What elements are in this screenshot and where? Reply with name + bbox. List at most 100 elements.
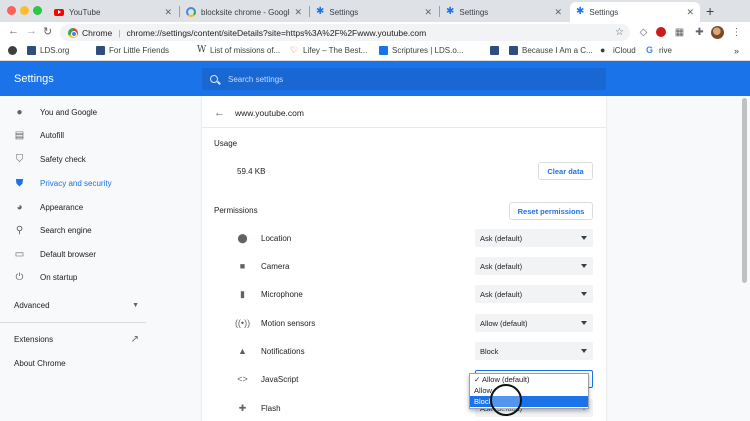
close-window-button[interactable] xyxy=(7,6,16,15)
close-icon[interactable]: ✕ xyxy=(554,7,562,18)
bookmark-settings[interactable] xyxy=(8,46,21,55)
usage-heading: Usage xyxy=(214,139,238,148)
back-arrow-icon[interactable]: ← xyxy=(214,107,225,119)
permission-motion-sensors: ((•)) Motion sensors xyxy=(235,314,315,332)
palette-icon: ◕ xyxy=(16,202,23,213)
external-link-icon: ↗ xyxy=(130,334,139,345)
chrome-icon xyxy=(68,27,78,38)
sidebar-item-on-startup[interactable]: ⏻ On startup xyxy=(14,272,78,283)
bookmark-label: List of missions of... xyxy=(210,46,281,55)
camera-select[interactable]: Ask (default) xyxy=(475,257,593,275)
bookmark-lifey[interactable]: ♡ Lifey – The Best... xyxy=(290,45,368,56)
location-select[interactable]: Ask (default) xyxy=(475,229,593,247)
shield-check-icon: ⛉ xyxy=(15,154,24,165)
address-separator: | xyxy=(118,27,121,38)
permission-microphone: ▮ Microphone xyxy=(237,285,303,303)
sidebar-item-extensions[interactable]: Extensions ↗ xyxy=(14,334,139,345)
star-icon[interactable]: ☆ xyxy=(614,27,625,38)
microphone-select[interactable]: Ask (default) xyxy=(475,285,593,303)
permission-label: Microphone xyxy=(261,289,303,299)
javascript-dropdown-menu: ✓ Allow (default) Allow Block xyxy=(469,373,589,409)
tab-settings-2[interactable]: ✱ Settings ✕ xyxy=(440,2,568,22)
tab-settings-1[interactable]: ✱ Settings ✕ xyxy=(310,2,438,22)
sidebar-item-privacy[interactable]: ⛊ Privacy and security xyxy=(14,178,112,189)
gear-icon xyxy=(8,46,17,55)
bookmarks-overflow-button[interactable]: » xyxy=(734,46,739,56)
settings-search-input[interactable]: Search settings xyxy=(202,68,606,90)
motion-sensors-select[interactable]: Allow (default) xyxy=(475,314,593,332)
close-icon[interactable]: ✕ xyxy=(294,7,302,18)
select-value: Ask (default) xyxy=(480,261,523,271)
notifications-select[interactable]: Block xyxy=(475,342,593,360)
dropdown-option-allow[interactable]: Allow xyxy=(470,385,588,396)
gear-icon: ✱ xyxy=(316,6,325,17)
dropdown-option-block[interactable]: Block xyxy=(470,396,588,407)
sidebar-item-label: About Chrome xyxy=(14,359,66,368)
bookmark-missions[interactable]: W List of missions of... xyxy=(197,46,281,56)
bookmark-label: For Little Friends xyxy=(109,46,170,55)
sidebar-divider xyxy=(0,322,146,323)
reload-icon[interactable]: ↻ xyxy=(43,25,52,38)
sidebar-item-label: On startup xyxy=(40,273,78,282)
forward-arrow-icon[interactable]: → xyxy=(26,25,37,37)
opera-extension-icon[interactable] xyxy=(656,27,666,37)
sidebar-item-default-browser[interactable]: ▭ Default browser xyxy=(14,249,96,260)
tab-label: Settings xyxy=(329,7,359,17)
reset-permissions-button[interactable]: Reset permissions xyxy=(509,202,593,220)
sidebar-advanced-toggle[interactable]: Advanced ▼ xyxy=(14,301,139,310)
sidebar-item-label: Appearance xyxy=(40,203,84,212)
maximize-window-button[interactable] xyxy=(33,6,42,15)
bookmark-little-friends[interactable]: For Little Friends xyxy=(96,46,169,55)
bookmark-unnamed[interactable] xyxy=(490,46,503,55)
dropdown-option-allow-default[interactable]: ✓ Allow (default) xyxy=(470,374,588,385)
bookmark-lds[interactable]: LDS.org xyxy=(27,46,69,55)
tag-icon[interactable]: ◇ xyxy=(638,27,649,38)
bookmark-label: Lifey – The Best... xyxy=(303,46,368,55)
page-scrollbar[interactable] xyxy=(742,96,748,296)
bookmark-because[interactable]: Because I Am a C... xyxy=(509,46,593,55)
sidebar-item-search-engine[interactable]: ⚲ Search engine xyxy=(14,225,92,236)
sidebar-item-autofill[interactable]: ▤ Autofill xyxy=(14,130,64,141)
lds-icon xyxy=(379,46,388,55)
bookmark-icloud[interactable]: ● iCloud xyxy=(600,46,636,56)
extension-icon[interactable]: ▦ xyxy=(674,27,685,38)
sidebar-item-you-and-google[interactable]: ● You and Google xyxy=(14,107,97,118)
sidebar-item-label: Autofill xyxy=(40,131,65,140)
tab-settings-active[interactable]: ✱ Settings ✕ xyxy=(570,2,700,22)
new-tab-button[interactable]: + xyxy=(706,3,714,19)
cursor-highlight xyxy=(490,384,522,416)
close-icon[interactable]: ✕ xyxy=(686,7,694,18)
menu-icon[interactable]: ⋮ xyxy=(731,27,742,38)
puzzle-icon[interactable]: ✚ xyxy=(694,27,705,38)
tab-youtube[interactable]: YouTube ✕ xyxy=(48,2,178,22)
tab-blocksite-search[interactable]: blocksite chrome - Google S ✕ xyxy=(180,2,308,22)
location-icon: ⬤ xyxy=(237,232,248,243)
sidebar-item-label: Extensions xyxy=(14,335,54,344)
bookmarks-bar: LDS.org For Little Friends W List of mis… xyxy=(0,43,750,61)
bookmark-drive[interactable]: G rive xyxy=(646,46,672,56)
youtube-icon xyxy=(54,8,64,16)
permission-location: ⬤ Location xyxy=(237,229,291,247)
bookmark-label: iCloud xyxy=(613,46,636,55)
caret-down-icon xyxy=(581,292,587,296)
minimize-window-button[interactable] xyxy=(20,6,29,15)
bookmark-scriptures[interactable]: Scriptures | LDS.o... xyxy=(379,46,463,55)
select-value: Block xyxy=(480,346,499,356)
scrollbar-thumb[interactable] xyxy=(742,98,747,283)
sidebar-item-safety-check[interactable]: ⛉ Safety check xyxy=(14,154,86,165)
back-arrow-icon[interactable]: ← xyxy=(8,25,19,37)
bookmark-label: Because I Am a C... xyxy=(522,46,593,55)
sidebar-item-label: You and Google xyxy=(40,108,98,117)
settings-header: Settings Search settings xyxy=(0,61,750,96)
clear-data-button[interactable]: Clear data xyxy=(538,162,593,180)
heart-icon: ♡ xyxy=(290,45,299,55)
permissions-heading: Permissions xyxy=(214,206,258,215)
sidebar-item-about[interactable]: About Chrome xyxy=(14,359,66,368)
bookmark-icon xyxy=(509,46,518,55)
sidebar-item-appearance[interactable]: ◕ Appearance xyxy=(14,202,83,213)
address-bar[interactable]: Chrome | chrome://settings/content/siteD… xyxy=(60,24,630,41)
avatar[interactable] xyxy=(711,26,724,39)
close-icon[interactable]: ✕ xyxy=(424,7,432,18)
close-icon[interactable]: ✕ xyxy=(164,7,172,18)
lds-icon xyxy=(27,46,36,55)
